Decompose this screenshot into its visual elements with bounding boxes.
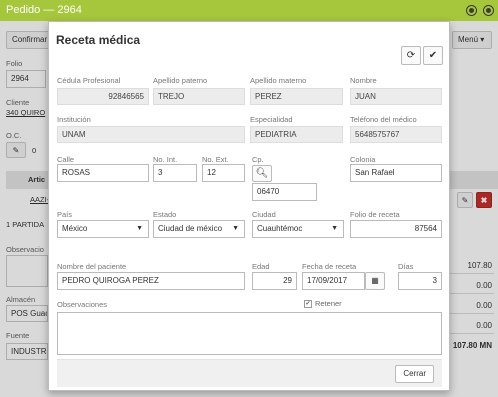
- calendar-button[interactable]: ▦: [365, 272, 385, 290]
- apellido-materno-label: Apellido materno: [250, 76, 307, 85]
- refresh-icon: ⟳: [406, 50, 416, 61]
- colonia-label: Colonia: [350, 155, 376, 164]
- checkbox-check-icon: ✔: [304, 300, 312, 309]
- cp-label: Cp.: [252, 155, 264, 164]
- pais-select[interactable]: México ▼: [57, 220, 149, 238]
- institucion-label: Institución: [57, 115, 91, 124]
- paciente-label: Nombre del paciente: [57, 262, 127, 271]
- pais-label: País: [57, 210, 73, 219]
- apellido-paterno-field: TREJO: [153, 88, 245, 105]
- minimize-dot-icon[interactable]: [467, 6, 476, 15]
- ciudad-label: Ciudad: [252, 210, 276, 219]
- observaciones-modal-textarea[interactable]: [57, 312, 442, 355]
- estado-select[interactable]: Ciudad de méxico ▼: [153, 220, 245, 238]
- modal-title: Receta médica: [56, 33, 141, 47]
- calendar-icon: ▦: [371, 276, 379, 285]
- save-button[interactable]: ✔: [423, 46, 443, 65]
- cedula-label: Cédula Profesional: [57, 76, 121, 85]
- folio-receta-label: Folio de receta: [350, 210, 400, 219]
- observaciones-modal-label: Observaciones: [57, 300, 108, 309]
- institucion-field: UNAM: [57, 126, 245, 143]
- folio-receta-input[interactable]: 87564: [350, 220, 442, 238]
- retener-checkbox[interactable]: ✔ Retener: [304, 299, 342, 309]
- telefono-field: 5648575767: [350, 126, 442, 143]
- search-icon: 🔍︎: [255, 168, 269, 179]
- retener-label: Retener: [315, 299, 342, 308]
- chevron-down-icon: ▼: [136, 225, 143, 232]
- cp-search-button[interactable]: 🔍︎: [252, 165, 272, 182]
- cp-input[interactable]: 06470: [252, 183, 317, 201]
- fecha-input[interactable]: 17/09/2017: [302, 272, 365, 290]
- paciente-input[interactable]: PEDRO QUIROGA PEREZ: [57, 272, 245, 290]
- edad-label: Edad: [252, 262, 270, 271]
- apellido-materno-field: PEREZ: [250, 88, 343, 105]
- no-int-input[interactable]: 3: [153, 164, 197, 182]
- refresh-button[interactable]: ⟳: [401, 46, 421, 65]
- cedula-field: 92846565: [57, 88, 149, 105]
- pais-value: México: [62, 224, 88, 233]
- fecha-label: Fecha de receta: [302, 262, 357, 271]
- close-button[interactable]: Cerrar: [395, 365, 434, 383]
- no-ext-input[interactable]: 12: [202, 164, 245, 182]
- ciudad-select[interactable]: Cuauhtémoc ▼: [252, 220, 344, 238]
- modal-footer: Cerrar: [57, 359, 442, 387]
- apellido-paterno-label: Apellido paterno: [153, 76, 208, 85]
- nombre-label: Nombre: [350, 76, 377, 85]
- edad-input[interactable]: 29: [252, 272, 297, 290]
- window-titlebar: Pedido — 2964: [0, 0, 498, 21]
- telefono-label: Teléfono del médico: [350, 115, 417, 124]
- dias-label: Días: [398, 262, 414, 271]
- checkmark-icon: ✔: [428, 50, 438, 61]
- no-ext-label: No. Ext.: [202, 155, 229, 164]
- close-dot-icon[interactable]: [484, 6, 493, 15]
- colonia-input[interactable]: San Rafael: [350, 164, 442, 182]
- estado-label: Estado: [153, 210, 177, 219]
- nombre-field: JUAN: [350, 88, 442, 105]
- estado-value: Ciudad de méxico: [158, 224, 223, 233]
- no-int-label: No. Int.: [153, 155, 178, 164]
- especialidad-label: Especialidad: [250, 115, 293, 124]
- chevron-down-icon: ▼: [331, 225, 338, 232]
- calle-input[interactable]: ROSAS: [57, 164, 149, 182]
- calle-label: Calle: [57, 155, 75, 164]
- window-title: Pedido — 2964: [6, 4, 82, 16]
- dias-input[interactable]: 3: [398, 272, 442, 290]
- chevron-down-icon: ▼: [232, 225, 239, 232]
- especialidad-field: PEDIATRIA: [250, 126, 343, 143]
- ciudad-value: Cuauhtémoc: [257, 224, 303, 233]
- receta-medica-modal: Receta médica ⟳ ✔ Cédula Profesional 928…: [48, 21, 450, 391]
